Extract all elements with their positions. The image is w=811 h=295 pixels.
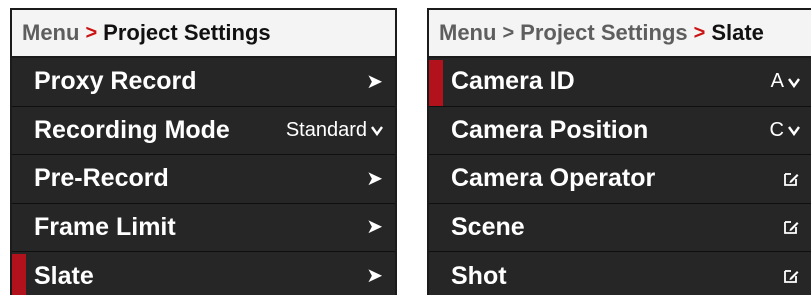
- chevron-right-icon: ➤: [366, 265, 383, 288]
- menu-item-label: Frame Limit: [34, 212, 176, 241]
- menu-item-label: Pre-Record: [34, 164, 169, 193]
- breadcrumb-separator: >: [693, 21, 706, 44]
- menu-item-label: Recording Mode: [34, 115, 230, 144]
- edit-icon[interactable]: [782, 218, 800, 236]
- menu-item-label: Scene: [451, 212, 525, 241]
- menu-item-label: Shot: [451, 261, 507, 290]
- breadcrumb-menu[interactable]: Menu: [439, 20, 496, 46]
- edit-icon[interactable]: [782, 170, 800, 188]
- chevron-right-icon: ➤: [366, 167, 383, 190]
- breadcrumb-menu[interactable]: Menu: [22, 20, 79, 46]
- menu-item-label: Camera Position: [451, 115, 649, 144]
- menu-item-label: Camera ID: [451, 67, 575, 96]
- selection-indicator: [12, 254, 26, 295]
- breadcrumb-current: Project Settings: [103, 20, 271, 45]
- breadcrumb-current: Slate: [711, 20, 764, 45]
- breadcrumb-separator: >: [85, 21, 98, 44]
- menu-item-shot[interactable]: Shot: [429, 252, 811, 295]
- menu-item-camera-operator[interactable]: Camera Operator: [429, 155, 811, 204]
- menu-item-proxy-record[interactable]: Proxy Record ➤: [12, 58, 395, 107]
- menu-item-pre-record[interactable]: Pre-Record ➤: [12, 155, 395, 204]
- breadcrumb-separator: >: [502, 21, 515, 44]
- camera-position-value: C: [769, 118, 784, 141]
- chevron-down-icon: [371, 126, 383, 137]
- selection-indicator: [429, 60, 443, 106]
- slate-menu: Menu > Project Settings > Slate Camera I…: [427, 8, 811, 295]
- menu-item-label: Proxy Record: [34, 67, 197, 96]
- chevron-down-icon: [788, 78, 800, 88]
- chevron-down-icon: [788, 126, 800, 137]
- breadcrumb: Menu > Project Settings > Slate: [429, 10, 811, 58]
- chevron-right-icon: ➤: [366, 216, 383, 239]
- menu-item-slate[interactable]: Slate ➤: [12, 252, 395, 295]
- menu-item-recording-mode[interactable]: Recording Mode Standard: [12, 106, 395, 155]
- menu-item-scene[interactable]: Scene: [429, 203, 811, 252]
- breadcrumb: Menu > Project Settings: [12, 10, 395, 58]
- menu-item-label: Slate: [34, 261, 94, 290]
- menu-item-camera-id[interactable]: Camera ID A: [429, 58, 811, 107]
- edit-icon[interactable]: [782, 267, 800, 285]
- menu-item-frame-limit[interactable]: Frame Limit ➤: [12, 203, 395, 252]
- recording-mode-value: Standard: [285, 118, 367, 141]
- chevron-right-icon: ➤: [366, 70, 383, 93]
- menu-item-camera-position[interactable]: Camera Position C: [429, 106, 811, 155]
- menu-item-label: Camera Operator: [451, 164, 656, 193]
- camera-id-value: A: [770, 70, 784, 93]
- breadcrumb-project-settings[interactable]: Project Settings: [520, 20, 687, 46]
- project-settings-menu: Menu > Project Settings Proxy Record ➤ R…: [10, 8, 397, 295]
